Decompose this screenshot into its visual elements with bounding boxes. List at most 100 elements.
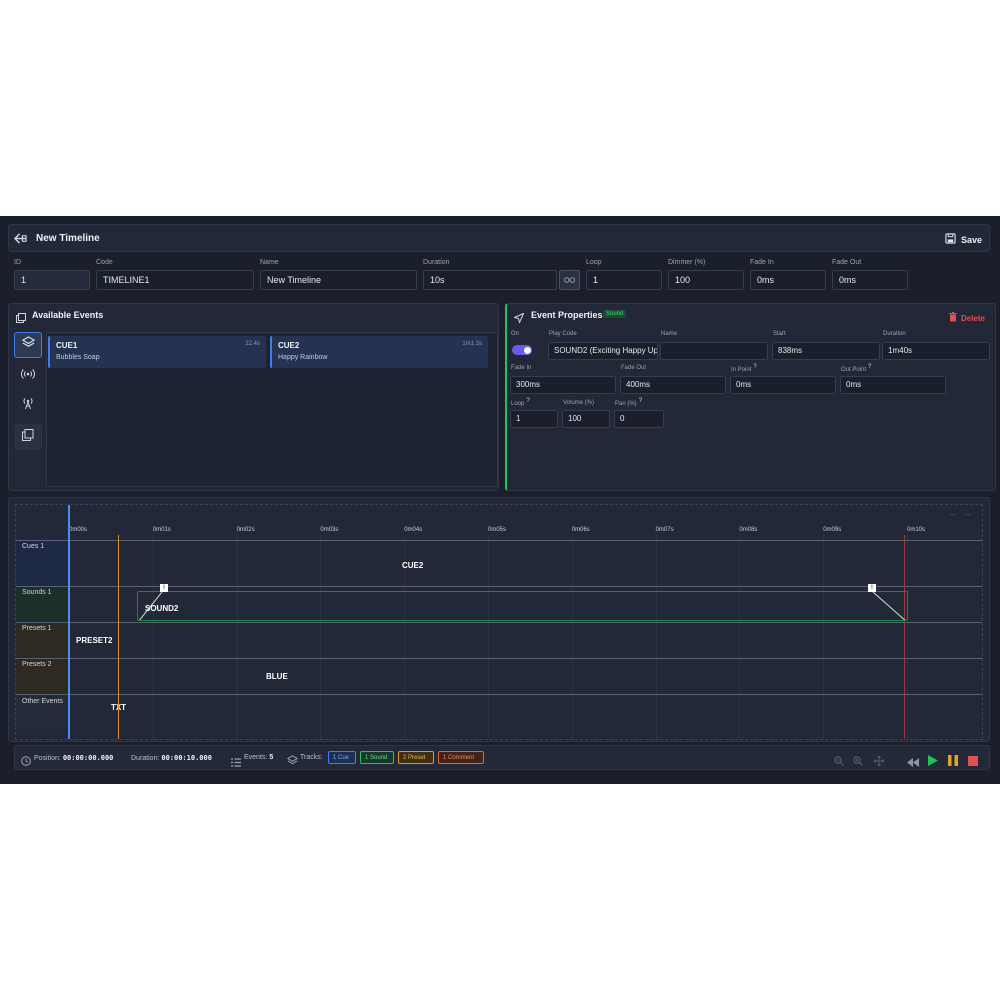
event-card-cue2[interactable]: CUE2 1m1.3s Happy Rainbow [270,336,488,368]
prop-duration-field[interactable]: 1m40s [882,342,990,360]
sound-category-button[interactable] [14,363,42,389]
track-badge-sound: 1 Sound [360,751,394,764]
copy-icon [22,428,34,446]
prop-fade-in-field[interactable]: 300ms [510,376,616,394]
id-label: ID [14,259,21,266]
timeline-canvas[interactable]: 0m00s 0m01s 0m02s 0m03s 0m04s 0m05s 0m06s 0m07s… [15,504,983,740]
sound-fade-in-handle[interactable]: I [160,584,168,592]
delete-button[interactable]: Delete [948,309,985,327]
play-code-select[interactable]: SOUND2 (Exciting Happy Up) [548,342,658,360]
clock-icon [21,753,31,771]
event-bar-preset2[interactable]: PRESET2 [69,625,907,655]
sound-fade-out-handle[interactable]: I [868,584,876,592]
prop-name-label: Name [661,331,678,337]
save-button[interactable]: Save [945,231,982,249]
playhead[interactable] [118,535,119,739]
time-tick-label: 0m03s [320,527,339,533]
list-icon [231,754,241,772]
prop-loop-field[interactable]: 1 [510,410,558,428]
timeline-panel: 0m00s 0m01s 0m02s 0m03s 0m04s 0m05s 0m06s 0m07s… [8,497,990,742]
help-icon: ? [638,398,643,404]
prop-fade-in-label: Fade In [511,365,532,371]
fade-out-field[interactable]: 0ms [832,270,908,290]
save-button-label: Save [960,235,982,245]
track-badge-cue: 1 Cue [328,751,356,764]
link-duration-button[interactable] [559,270,580,290]
track-separator [16,658,982,659]
dimmer-label: Dimmer (%) [668,259,706,266]
event-card-duration: 22.4s [245,341,260,347]
event-card-cue1[interactable]: CUE1 22.4s Bubbles Soap [48,336,266,368]
prop-fade-out-field[interactable]: 400ms [620,376,726,394]
start-label: Start [773,331,786,337]
volume-label: Volume (%) [563,400,595,406]
duration-field[interactable]: 10s [423,270,557,290]
antenna-icon [21,397,35,415]
code-field[interactable]: TIMELINE1 [96,270,254,290]
time-gridline [907,535,908,739]
volume-field[interactable]: 100 [562,410,610,428]
pause-icon[interactable] [948,753,958,771]
event-properties-title: Event Properties [531,310,603,320]
timeline-editor-app: New Timeline Save ID 1 Code TIMELINE1 Na… [0,216,1000,784]
available-events-panel: Available Events CUE1 22.4s Bubbles Soap… [8,303,499,491]
in-point-field[interactable]: 0ms [730,376,836,394]
event-bar-sound2[interactable]: SOUND2 [137,591,908,621]
available-events-title: Available Events [32,310,104,320]
out-point-field[interactable]: 0ms [840,376,946,394]
event-bar-label: CUE2 [402,560,424,570]
event-card-name: CUE1 [56,341,78,350]
pan-field[interactable]: 0 [614,410,664,428]
help-icon: ? [753,364,757,370]
fit-icon[interactable] [873,753,885,771]
track-label-presets-2: Presets 2 [16,660,69,694]
track-label-cues: Cues 1 [16,542,69,586]
track-label-presets-1: Presets 1 [16,624,69,658]
play-icon[interactable] [928,753,938,771]
stop-icon[interactable] [968,753,978,771]
scroll-right-icon[interactable]: → [963,508,972,518]
cue-category-button[interactable] [14,332,42,358]
id-field[interactable]: 1 [14,270,90,290]
timeline-start-line [68,505,70,739]
event-card-duration: 1m1.3s [462,341,482,347]
status-bar: Position: 00:00:00.000 Duration: 00:00:1… [14,745,990,770]
play-code-label: Play Code [549,331,577,337]
back-arrow-icon[interactable] [13,232,27,250]
prop-name-field[interactable] [660,342,768,360]
on-toggle[interactable] [512,345,532,355]
time-tick-label: 0m08s [739,527,758,533]
track-label-sounds: Sounds 1 [16,588,69,622]
pan-label: Pan (%)? [615,398,643,407]
scroll-left-icon[interactable]: ← [949,508,958,518]
event-bar-blue[interactable]: BLUE [259,661,679,691]
out-point-label: Out Point? [841,364,872,373]
zoom-in-icon[interactable] [853,753,863,771]
header-bar: New Timeline Save [8,224,990,252]
events-count: Events: 5 [244,754,274,761]
time-tick-label: 0m07s [655,527,674,533]
trash-icon [948,309,957,327]
delete-label: Delete [960,313,985,323]
event-bar-label: SOUND2 [145,603,179,613]
event-bar-cue2[interactable]: CUE2 [395,550,798,580]
on-label: On [511,331,520,337]
prop-duration-label: Duration [883,331,906,337]
save-icon [945,231,956,249]
rewind-icon[interactable] [907,754,919,772]
dimmer-field[interactable]: 100 [668,270,744,290]
event-card-subtitle: Bubbles Soap [56,354,100,361]
name-field[interactable]: New Timeline [260,270,417,290]
event-bar-label: BLUE [266,671,288,681]
comment-category-button[interactable] [14,424,42,450]
loop-field[interactable]: 1 [586,270,662,290]
fade-in-field[interactable]: 0ms [750,270,826,290]
sound-fade-out-shape [872,592,906,620]
time-tick-label: 0m02s [236,527,255,533]
preset-category-button[interactable] [14,393,42,419]
fade-out-label: Fade Out [832,259,862,266]
layers-icon [21,336,35,354]
zoom-out-icon[interactable] [834,753,844,771]
time-tick-label: 0m06s [571,527,590,533]
start-field[interactable]: 838ms [772,342,880,360]
